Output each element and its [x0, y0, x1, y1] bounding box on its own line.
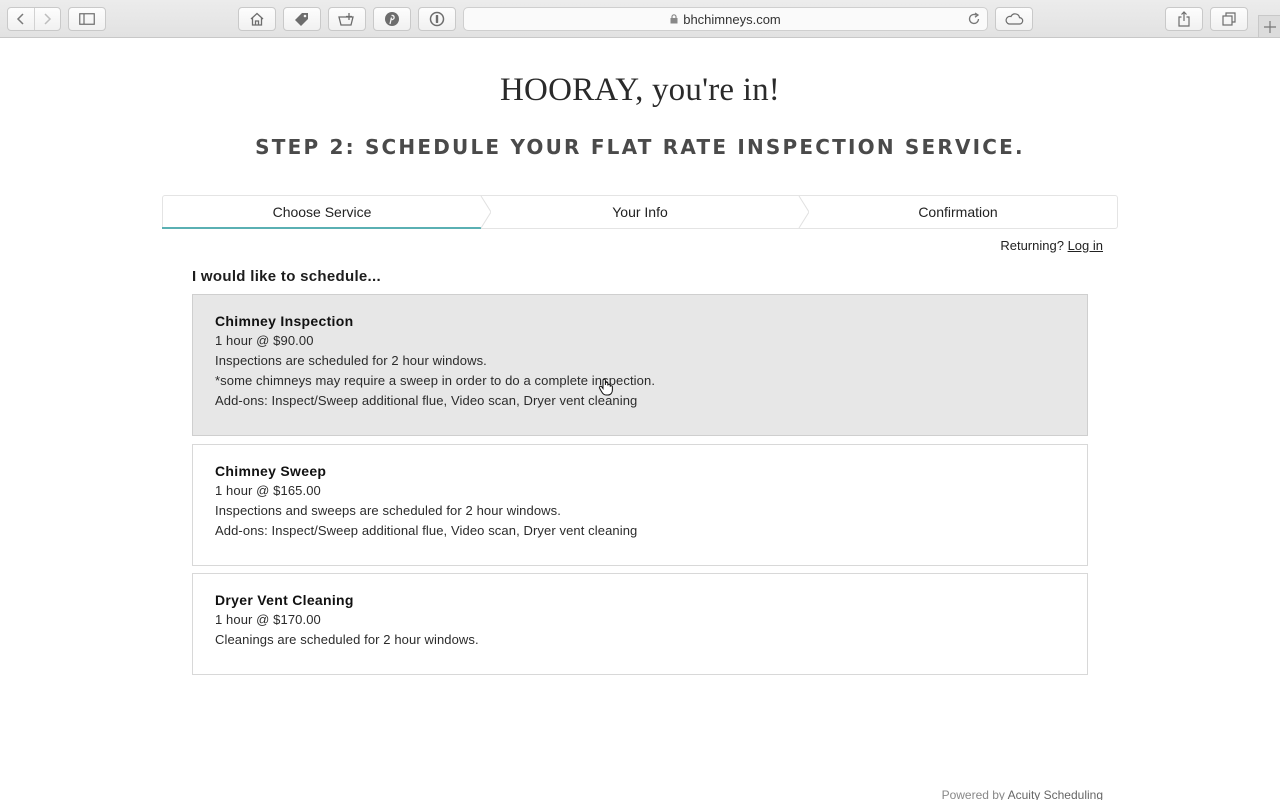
step-your-info[interactable]: Your Info	[481, 196, 809, 228]
step-label: Confirmation	[918, 204, 998, 220]
step-choose-service[interactable]: Choose Service	[162, 196, 491, 229]
service-price: 1 hour @ $165.00	[215, 483, 321, 498]
returning-login: Returning? Log in	[1000, 238, 1103, 253]
step-label: Your Info	[612, 204, 668, 220]
service-description: Cleanings are scheduled for 2 hour windo…	[215, 632, 479, 647]
service-name: Chimney Sweep	[215, 463, 327, 479]
history-nav	[7, 7, 61, 31]
chevron-right-icon	[480, 196, 491, 228]
tag-icon	[295, 13, 308, 26]
extension-button-1[interactable]	[283, 7, 321, 31]
lock-icon	[670, 14, 678, 24]
browser-toolbar: bhchimneys.com	[0, 0, 1280, 38]
icloud-tabs-button[interactable]	[995, 7, 1033, 31]
sidebar-icon	[79, 13, 95, 25]
reload-icon	[968, 12, 980, 25]
hand-cursor-icon	[598, 378, 613, 396]
forward-button[interactable]	[33, 8, 61, 30]
page-title: HOORAY, you're in!	[500, 72, 780, 108]
step-indicator: Choose Service Your Info Confirmation	[162, 195, 1118, 229]
service-description: Inspections and sweeps are scheduled for…	[215, 503, 561, 518]
tab-overview-button[interactable]	[1210, 7, 1248, 31]
tabs-icon	[1222, 12, 1236, 26]
new-tab-button[interactable]	[1258, 15, 1280, 37]
basket-icon	[338, 13, 354, 26]
service-name: Chimney Inspection	[215, 313, 354, 329]
login-link[interactable]: Log in	[1068, 238, 1103, 253]
cloud-icon	[1005, 13, 1024, 25]
pinterest-icon	[385, 12, 399, 26]
share-icon	[1178, 11, 1190, 27]
step-label: Choose Service	[272, 204, 372, 220]
back-button[interactable]	[8, 8, 34, 30]
service-name: Dryer Vent Cleaning	[215, 592, 354, 608]
service-price: 1 hour @ $90.00	[215, 333, 314, 348]
service-price: 1 hour @ $170.00	[215, 612, 321, 627]
service-addons: Add-ons: Inspect/Sweep additional flue, …	[215, 523, 638, 538]
address-bar[interactable]: bhchimneys.com	[463, 7, 988, 31]
page-subtitle: STEP 2: SCHEDULE YOUR FLAT RATE INSPECTI…	[255, 135, 1025, 159]
powered-prefix: Powered by	[941, 788, 1005, 800]
sidebar-button[interactable]	[68, 7, 106, 31]
returning-text: Returning?	[1000, 238, 1064, 253]
chevron-right-icon	[798, 196, 809, 228]
service-chimney-inspection[interactable]: Chimney Inspection 1 hour @ $90.00 Inspe…	[192, 294, 1088, 436]
password-button[interactable]	[418, 7, 456, 31]
share-button[interactable]	[1165, 7, 1203, 31]
step-confirmation[interactable]: Confirmation	[799, 196, 1117, 228]
service-dryer-vent-cleaning[interactable]: Dryer Vent Cleaning 1 hour @ $170.00 Cle…	[192, 573, 1088, 675]
chevron-right-icon	[44, 13, 52, 25]
service-description: *some chimneys may require a sweep in or…	[215, 373, 656, 388]
home-button[interactable]	[238, 7, 276, 31]
service-chimney-sweep[interactable]: Chimney Sweep 1 hour @ $165.00 Inspectio…	[192, 444, 1088, 566]
service-description: Inspections are scheduled for 2 hour win…	[215, 353, 487, 368]
url-text: bhchimneys.com	[683, 11, 781, 27]
service-addons: Add-ons: Inspect/Sweep additional flue, …	[215, 393, 638, 408]
pinterest-button[interactable]	[373, 7, 411, 31]
powered-by: Powered by Acuity Scheduling	[942, 788, 1103, 800]
home-icon	[250, 12, 264, 26]
schedule-heading: I would like to schedule...	[192, 268, 381, 285]
powered-brand-link[interactable]: Acuity Scheduling	[1008, 788, 1103, 800]
password-icon	[429, 11, 445, 27]
extension-button-2[interactable]	[328, 7, 366, 31]
plus-icon	[1263, 20, 1276, 33]
chevron-left-icon	[16, 13, 24, 25]
